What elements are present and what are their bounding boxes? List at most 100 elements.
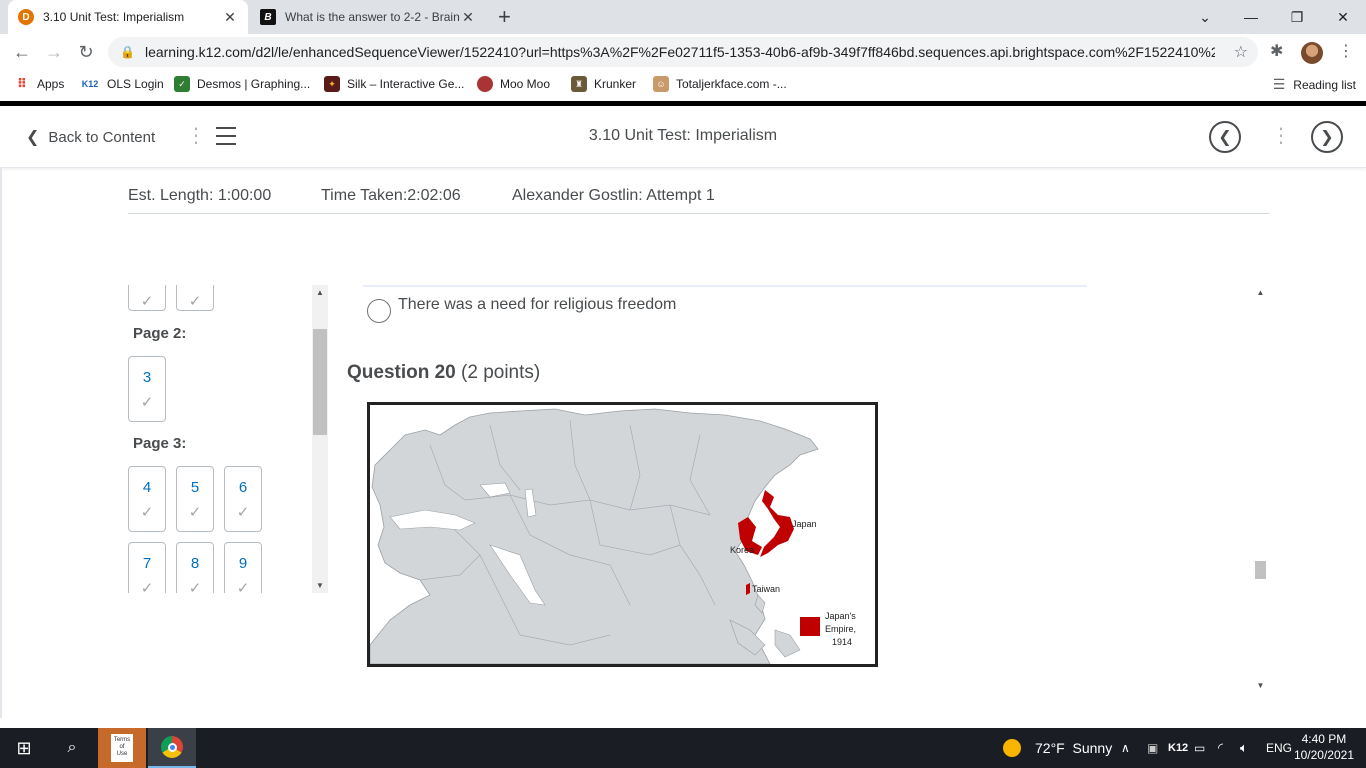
address-bar[interactable]: 🔒 learning.k12.com/d2l/le/enhancedSequen… (108, 37, 1258, 67)
scroll-down-arrow-icon[interactable]: ▼ (1252, 681, 1269, 690)
question-nav-box-1[interactable]: ✓ (128, 285, 166, 311)
search-icon[interactable]: ⌕ (48, 728, 96, 768)
previous-page-icon[interactable]: ❮ (1209, 121, 1241, 153)
question-number: Question 20 (347, 362, 456, 383)
clock-date: 10/20/2021 (1293, 748, 1354, 762)
question-nav-box-7[interactable]: 7 ✓ (128, 542, 166, 593)
wifi-icon[interactable]: ◜ (1218, 728, 1223, 768)
question-content: There was a need for religious freedom Q… (335, 285, 1255, 693)
k12-tray-icon[interactable]: K12 (1168, 728, 1188, 768)
browser-toolbar: ← → ↻ 🔒 learning.k12.com/d2l/le/enhanced… (0, 34, 1366, 70)
bookmark-krunker[interactable]: ♜ Krunker (571, 76, 636, 92)
reading-list-label: Reading list (1293, 77, 1356, 92)
weather-widget[interactable]: 72°F Sunny (1003, 728, 1112, 768)
japan-territory (760, 490, 794, 557)
check-icon: ✓ (188, 580, 202, 593)
bookmark-totaljerkface[interactable]: ☺ Totaljerkface.com -... (653, 76, 787, 92)
legend-swatch (800, 617, 820, 636)
question-map-image: Japan Korea Taiwan Japan's Empire, 1914 (367, 402, 878, 667)
bookmark-label: Krunker (594, 77, 637, 91)
question-nav-box-9[interactable]: 9 ✓ (224, 542, 262, 593)
bookmarks-bar: ⠿ Apps K12 OLS Login ✓ Desmos | Graphing… (0, 70, 1366, 98)
question-heading: Question 20 (2 points) (347, 362, 540, 384)
menu-dots-icon[interactable]: ⋮ (1338, 41, 1354, 61)
map-label-japan: Japan (792, 519, 817, 529)
close-window-icon[interactable]: ✕ (1320, 0, 1366, 34)
language-indicator[interactable]: ENG (1266, 728, 1292, 768)
est-length: Est. Length: 1:00:00 (128, 187, 272, 204)
content-scrollbar[interactable]: ▲ ▼ (1252, 285, 1269, 693)
windows-start-icon[interactable]: ⊞ (0, 728, 48, 768)
question-nav-box-8[interactable]: 8 ✓ (176, 542, 214, 593)
new-tab-icon[interactable]: + (498, 6, 511, 28)
tab-title: What is the answer to 2-2 - Brain (285, 10, 460, 24)
bookmark-star-icon[interactable]: ☆ (1234, 42, 1248, 62)
scroll-down-arrow-icon[interactable]: ▼ (312, 581, 328, 590)
left-edge-line (0, 168, 2, 718)
reading-list-button[interactable]: ☰ Reading list (1273, 76, 1356, 93)
silk-icon: ✦ (324, 76, 340, 92)
scroll-thumb[interactable] (1255, 561, 1266, 579)
bookmark-label: OLS Login (107, 77, 164, 91)
bookmark-label: Moo Moo (500, 77, 551, 91)
check-icon: ✓ (140, 504, 154, 521)
reload-icon[interactable]: ↻ (74, 40, 98, 64)
question-nav-box-4[interactable]: 4 ✓ (128, 466, 166, 532)
volume-icon[interactable]: 🔈︎ (1240, 728, 1248, 768)
scroll-thumb[interactable] (313, 329, 327, 435)
question-number: 7 (142, 555, 152, 572)
close-tab-icon[interactable]: ✕ (222, 9, 238, 26)
brightspace-icon: D (18, 9, 34, 25)
question-number: 5 (190, 479, 200, 496)
browser-tab-active[interactable]: D 3.10 Unit Test: Imperialism ✕ (8, 0, 248, 34)
bookmark-apps[interactable]: ⠿ Apps (14, 76, 64, 92)
question-nav-box-5[interactable]: 5 ✓ (176, 466, 214, 532)
show-hidden-icons-icon[interactable]: ∧ (1121, 728, 1130, 768)
next-page-icon[interactable]: ❯ (1311, 121, 1343, 153)
bookmark-desmos[interactable]: ✓ Desmos | Graphing... (174, 76, 310, 92)
terms-of-use-icon: Terms of Use (111, 734, 133, 762)
scroll-up-arrow-icon[interactable]: ▲ (312, 288, 328, 297)
restore-icon[interactable]: ❐ (1274, 0, 1320, 34)
bookmark-moo-moo[interactable]: Moo Moo (477, 76, 550, 92)
url-text: learning.k12.com/d2l/le/enhancedSequence… (144, 44, 1215, 60)
question-number: 3 (142, 369, 152, 386)
bookmark-label: Apps (37, 77, 65, 91)
terms-line: of (119, 744, 125, 750)
check-icon: ✓ (140, 394, 154, 411)
attempt-info: Alexander Gostlin: Attempt 1 (512, 187, 715, 204)
question-nav-box-3[interactable]: 3 ✓ (128, 356, 166, 422)
check-icon: ✓ (140, 580, 154, 593)
extensions-puzzle-icon[interactable]: ✱ (1270, 41, 1283, 61)
map-label-korea: Korea (730, 545, 754, 555)
bookmark-silk[interactable]: ✦ Silk – Interactive Ge... (324, 76, 464, 92)
quiz-info-bar: Est. Length: 1:00:00 Time Taken:2:02:06 … (128, 184, 1269, 214)
page-3-label: Page 3: (133, 435, 187, 452)
clock-time: 4:40 PM (1301, 732, 1347, 746)
tab-search-icon[interactable]: ⌄ (1182, 0, 1228, 34)
tray-app-icon[interactable]: ▣ (1147, 728, 1158, 768)
nav-scrollbar[interactable]: ▲ ▼ (312, 285, 328, 593)
scroll-up-arrow-icon[interactable]: ▲ (1252, 288, 1269, 297)
page-title: 3.10 Unit Test: Imperialism (588, 127, 778, 144)
question-nav-box-2[interactable]: ✓ (176, 285, 214, 311)
chrome-app[interactable] (148, 728, 196, 768)
bookmark-ols-login[interactable]: K12 OLS Login (80, 76, 164, 92)
close-tab-icon[interactable]: ✕ (460, 9, 476, 26)
chrome-icon (161, 736, 183, 758)
answer-radio[interactable] (367, 299, 391, 323)
taskbar-clock[interactable]: 4:40 PM 10/20/2021 (1294, 731, 1354, 763)
answer-option-label[interactable]: There was a need for religious freedom (398, 296, 676, 314)
forward-arrow-icon[interactable]: → (42, 40, 66, 64)
reading-list-icon: ☰ (1272, 76, 1286, 92)
question-nav-box-6[interactable]: 6 ✓ (224, 466, 262, 532)
weather-text: 72°F Sunny (1035, 740, 1113, 756)
terms-of-use-app[interactable]: Terms of Use (98, 728, 146, 768)
terms-line: Use (116, 751, 128, 757)
krunker-icon: ♜ (571, 76, 587, 92)
back-arrow-icon[interactable]: ← (10, 40, 34, 64)
profile-avatar[interactable] (1301, 42, 1323, 64)
minimize-icon[interactable]: — (1228, 0, 1274, 34)
browser-tab[interactable]: B What is the answer to 2-2 - Brain ✕ (250, 0, 486, 34)
battery-icon[interactable]: ▭ (1194, 728, 1205, 768)
